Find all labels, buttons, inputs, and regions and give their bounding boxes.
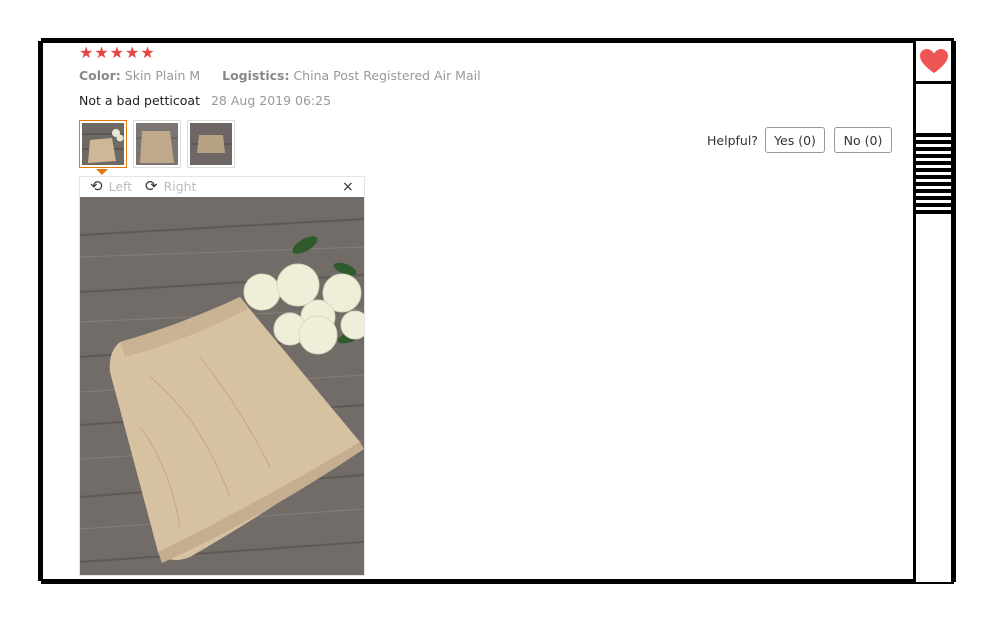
thumbnail-image bbox=[82, 123, 124, 165]
review-date: 28 Aug 2019 06:25 bbox=[210, 93, 332, 108]
side-panel-stripes bbox=[916, 133, 951, 215]
rotate-left-label: Left bbox=[108, 178, 133, 194]
star-icon: ★ bbox=[94, 43, 109, 62]
thumbnail-1[interactable] bbox=[79, 120, 127, 168]
rating-stars: ★ ★ ★ ★ ★ bbox=[79, 44, 155, 62]
star-icon: ★ bbox=[109, 43, 125, 62]
frame-border-left bbox=[38, 41, 43, 581]
color-value: Skin Plain M bbox=[124, 68, 201, 83]
logistics-value: China Post Registered Air Mail bbox=[293, 68, 481, 83]
review-thumbnails bbox=[79, 120, 235, 168]
rotate-right-label: Right bbox=[163, 178, 197, 194]
side-panel-blank bbox=[916, 84, 951, 132]
viewer-toolbar: ⟲ Left ⟳ Right × bbox=[80, 177, 364, 197]
helpful-label: Helpful? bbox=[707, 133, 758, 148]
frame-border-bottom bbox=[41, 579, 954, 584]
rotate-left-button[interactable]: ⟲ Left bbox=[90, 178, 132, 194]
order-info: Color: Skin Plain M Logistics: China Pos… bbox=[79, 68, 481, 83]
logistics-key: Logistics: bbox=[222, 68, 290, 83]
thumbnail-2[interactable] bbox=[133, 120, 181, 168]
wishlist-button[interactable] bbox=[916, 41, 951, 84]
close-icon[interactable]: × bbox=[342, 179, 354, 195]
star-icon: ★ bbox=[125, 43, 140, 62]
side-panel bbox=[913, 41, 956, 582]
color-key: Color: bbox=[79, 68, 121, 83]
thumbnail-image bbox=[136, 123, 178, 165]
helpful-no-button[interactable]: No (0) bbox=[834, 127, 892, 153]
rotate-left-icon: ⟲ bbox=[90, 177, 103, 195]
rotate-right-button[interactable]: ⟳ Right bbox=[145, 178, 197, 194]
thumbnail-3[interactable] bbox=[187, 120, 235, 168]
image-viewer: ⟲ Left ⟳ Right × bbox=[79, 176, 365, 576]
review-photo[interactable] bbox=[80, 197, 364, 575]
review-feedback: Not a bad petticoat 28 Aug 2019 06:25 bbox=[79, 93, 331, 108]
star-icon: ★ bbox=[79, 43, 94, 62]
heart-icon bbox=[919, 49, 948, 73]
helpful-yes-button[interactable]: Yes (0) bbox=[765, 127, 825, 153]
rotate-right-icon: ⟳ bbox=[145, 177, 158, 195]
selected-thumbnail-indicator bbox=[96, 169, 108, 175]
thumbnail-image bbox=[190, 123, 232, 165]
feedback-text: Not a bad petticoat bbox=[79, 93, 200, 108]
star-icon: ★ bbox=[140, 43, 155, 62]
frame-border-top bbox=[41, 38, 954, 43]
